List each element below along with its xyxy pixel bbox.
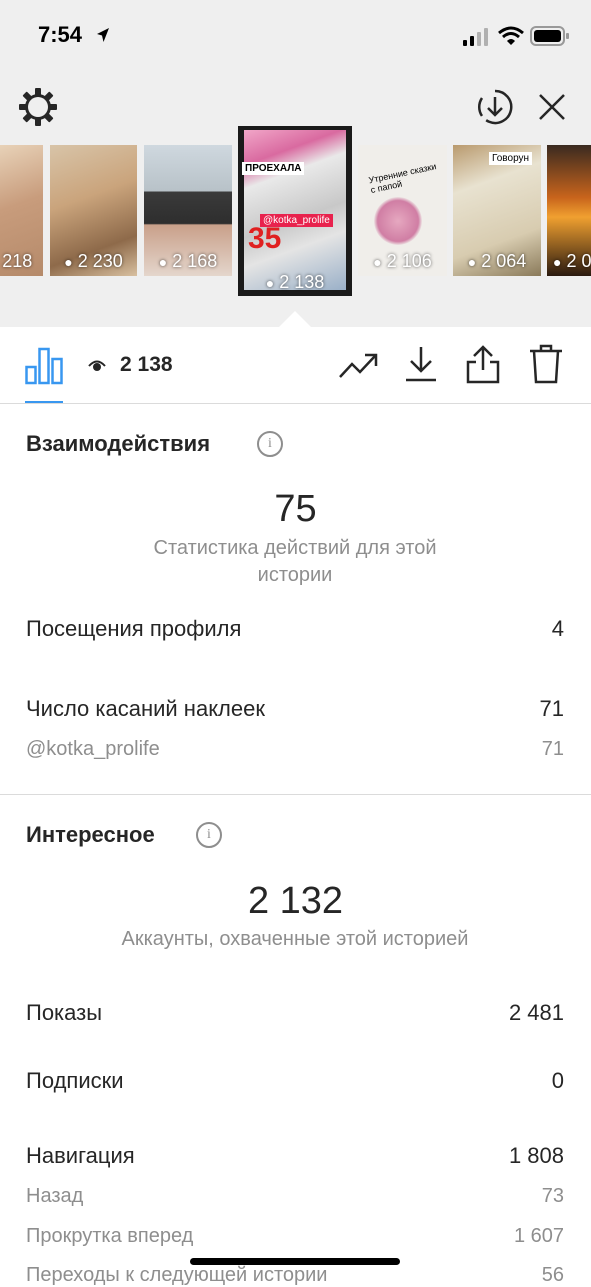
stat-label: Навигация bbox=[26, 1143, 135, 1168]
story-thumbnail[interactable]: ● 2 230 bbox=[50, 145, 137, 276]
story-caption: Говорун bbox=[489, 152, 533, 165]
stat-sub-value: 56 bbox=[541, 1264, 564, 1286]
tab-views-count: 2 138 bbox=[120, 353, 173, 376]
story-views-value: 2 230 bbox=[77, 251, 123, 271]
story-views-value: 2 0 bbox=[566, 251, 591, 271]
bar-chart-icon[interactable] bbox=[25, 347, 63, 385]
story-views-value: 2 168 bbox=[172, 251, 218, 271]
story-image bbox=[374, 197, 422, 245]
stat-label: Число касаний наклеек bbox=[26, 696, 265, 721]
eye-icon: ● bbox=[553, 254, 562, 270]
selected-story-pointer bbox=[279, 311, 311, 327]
story-views-value: 2 138 bbox=[279, 272, 325, 292]
stat-sub-value: 71 bbox=[541, 738, 564, 760]
story-caption: Утренние сказки с папой bbox=[367, 161, 438, 196]
info-icon[interactable]: i bbox=[196, 822, 222, 848]
stat-value: 2 481 bbox=[508, 1000, 564, 1025]
cellular-signal-icon bbox=[463, 28, 488, 46]
stat-sub-value: 1 607 bbox=[513, 1225, 564, 1247]
story-view-count: ● 2 230 bbox=[50, 251, 137, 272]
stat-label: Подписки bbox=[26, 1068, 124, 1093]
close-icon[interactable] bbox=[537, 92, 567, 122]
wifi-icon bbox=[498, 26, 524, 45]
active-tab-indicator bbox=[25, 401, 63, 403]
story-view-count: ● 2 138 bbox=[238, 272, 352, 293]
gear-icon[interactable] bbox=[18, 87, 58, 127]
story-thumbnail[interactable]: ● 2 168 bbox=[144, 145, 232, 276]
section-divider bbox=[0, 794, 591, 795]
location-arrow-icon bbox=[97, 28, 109, 42]
story-thumbnail-selected[interactable]: ПРОЕХАЛА @kotka_prolife 35 ● 2 138 bbox=[238, 126, 352, 296]
battery-icon bbox=[530, 26, 569, 46]
stat-sub-label: Назад bbox=[26, 1185, 84, 1207]
interactions-title: Взаимодействия bbox=[26, 431, 211, 456]
download-icon[interactable] bbox=[404, 345, 438, 383]
story-header: 7:54 218 ● 2 230 ● 2 168 ПРОЕХАЛА @kotka… bbox=[0, 0, 591, 327]
story-view-count: ● 2 168 bbox=[144, 251, 232, 272]
insights-action-bar bbox=[0, 327, 591, 404]
stat-label: Посещения профиля bbox=[26, 616, 242, 641]
story-view-count: ● 2 218 bbox=[0, 251, 43, 272]
stat-sub-label: @kotka_prolife bbox=[26, 738, 160, 760]
interactions-total-label: Статистика действий для этой истории bbox=[153, 537, 437, 586]
stat-sub-label: Переходы к следующей истории bbox=[26, 1264, 328, 1286]
share-icon[interactable] bbox=[465, 344, 501, 384]
stat-sub-value: 73 bbox=[541, 1185, 564, 1207]
stat-value: 0 bbox=[551, 1068, 564, 1093]
story-views-value: 2 106 bbox=[386, 251, 432, 271]
interactions-total: 75 bbox=[274, 488, 317, 530]
story-thumbnail[interactable]: ● 2 218 bbox=[0, 145, 43, 276]
story-caption: ПРОЕХАЛА bbox=[242, 162, 305, 175]
trend-icon[interactable] bbox=[338, 351, 378, 381]
info-icon[interactable]: i bbox=[257, 431, 283, 457]
discovery-total-label: Аккаунты, охваченные этой историей bbox=[121, 928, 469, 950]
stat-value: 71 bbox=[539, 696, 564, 721]
story-image bbox=[244, 130, 346, 290]
story-thumbnail[interactable]: Утренние сказки с папой ● 2 106 bbox=[358, 145, 447, 276]
eye-icon bbox=[88, 360, 106, 371]
eye-icon: ● bbox=[373, 254, 382, 270]
story-views-value: 2 218 bbox=[0, 251, 33, 271]
stat-label: Показы bbox=[26, 1000, 103, 1025]
eye-icon: ● bbox=[265, 275, 275, 291]
eye-icon: ● bbox=[64, 254, 73, 270]
discovery-title: Интересное bbox=[26, 822, 155, 847]
story-view-count: ● 2 064 bbox=[453, 251, 541, 272]
eye-icon: ● bbox=[158, 254, 168, 270]
trash-icon[interactable] bbox=[529, 344, 563, 384]
status-time: 7:54 bbox=[38, 22, 83, 47]
discovery-total: 2 132 bbox=[247, 880, 344, 922]
eye-icon: ● bbox=[467, 254, 477, 270]
story-thumbnail[interactable]: ● 2 0 bbox=[547, 145, 591, 276]
story-thumbnail[interactable]: Говорун ● 2 064 bbox=[453, 145, 541, 276]
story-view-count: ● 2 106 bbox=[358, 251, 447, 272]
story-view-count: ● 2 0 bbox=[547, 251, 591, 272]
stat-sub-label: Прокрутка вперед bbox=[26, 1225, 194, 1247]
sticker-number: 35 bbox=[248, 222, 282, 255]
home-indicator[interactable] bbox=[190, 1258, 400, 1265]
stat-value: 1 808 bbox=[508, 1143, 564, 1168]
download-circle-icon[interactable] bbox=[476, 88, 514, 126]
story-views-value: 2 064 bbox=[481, 251, 527, 271]
stat-value: 4 bbox=[551, 616, 564, 641]
